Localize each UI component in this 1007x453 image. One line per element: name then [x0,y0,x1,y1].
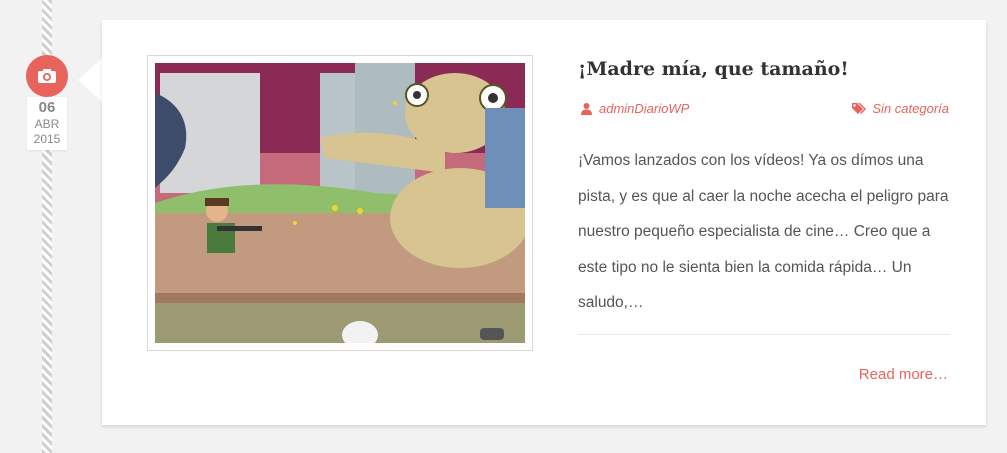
date-day: 06 [38,99,56,116]
thumbnail-image[interactable] [155,63,525,343]
user-icon [581,103,592,115]
format-badge [26,55,68,97]
post-title[interactable]: ¡Madre mía, que tamaño! [578,58,849,80]
card-pointer [78,58,102,102]
post-date: 06 ABR 2015 [25,55,69,150]
read-more-link[interactable]: Read more… [859,366,948,383]
divider [578,334,950,335]
post-author[interactable]: adminDiarioWP [580,101,689,116]
category-name[interactable]: Sin categoría [872,101,949,116]
date-month: ABR [34,117,60,131]
date-box: 06 ABR 2015 [27,97,67,150]
author-name[interactable]: adminDiarioWP [599,101,689,116]
post-category[interactable]: Sin categoría [852,101,949,116]
post-card: ¡Madre mía, que tamaño! adminDiarioWP Si… [102,20,986,425]
camera-icon [38,69,56,83]
post-thumbnail[interactable] [147,55,533,351]
tags-icon [852,103,867,114]
date-year: 2015 [33,132,61,146]
post-excerpt: ¡Vamos lanzados con los vídeos! Ya os dí… [578,152,949,311]
